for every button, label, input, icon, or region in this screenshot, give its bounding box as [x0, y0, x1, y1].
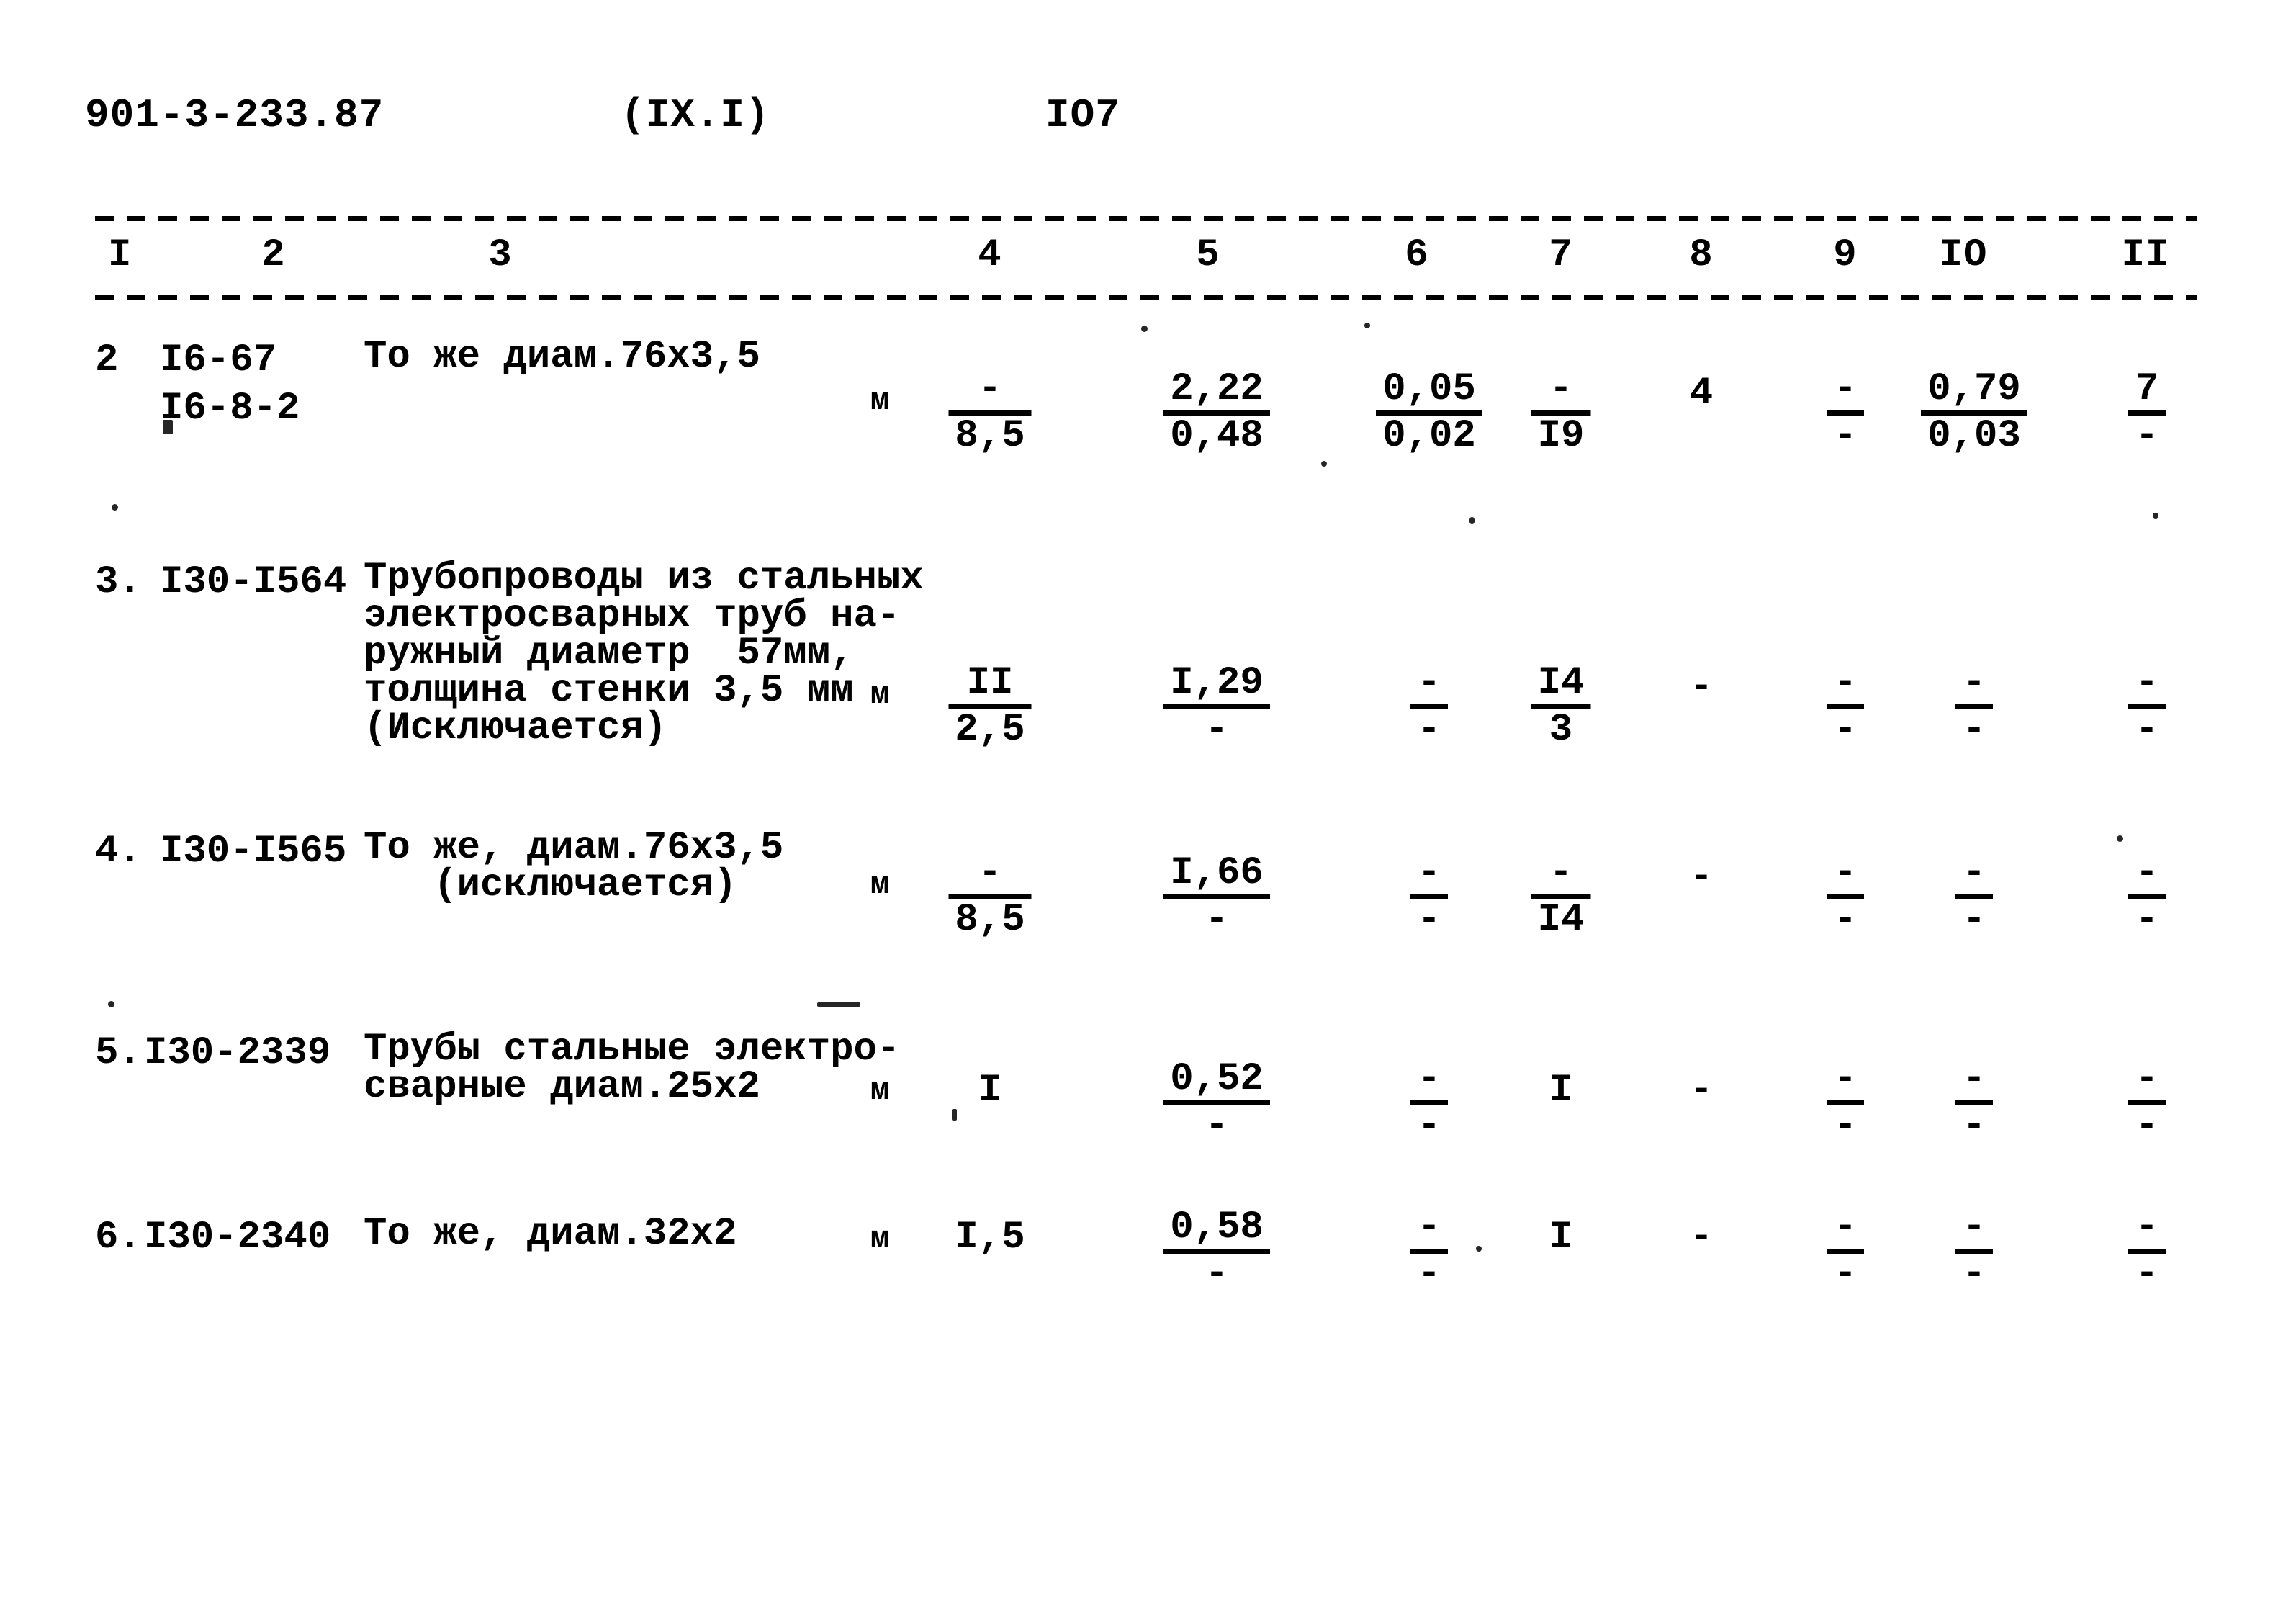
cell-col6: 0,05 0,02 — [1376, 370, 1482, 456]
scan-speckle — [112, 504, 118, 511]
column-header-1: I — [108, 233, 132, 277]
column-header-3: 3 — [488, 233, 513, 277]
cell-col7: I — [1549, 1069, 1573, 1113]
table-top-dashed-rule — [95, 216, 2197, 221]
scan-speckle — [1321, 461, 1327, 467]
cell-col8: 4 — [1689, 372, 1714, 416]
cell-col10: - - — [1955, 664, 1993, 750]
cell-col9: - - — [1827, 854, 1864, 940]
cell-col10: - - — [1955, 1208, 1993, 1294]
scan-speckle — [817, 1002, 860, 1007]
cell-col6: - - — [1410, 1060, 1448, 1146]
scan-speckle — [1469, 517, 1475, 524]
row-code: I30-I564 — [160, 560, 347, 604]
scan-speckle — [163, 420, 173, 434]
column-header-8: 8 — [1689, 233, 1714, 277]
scan-speckle — [1476, 1246, 1482, 1252]
column-header-7: 7 — [1549, 233, 1573, 277]
cell-col5: I,66 - — [1163, 854, 1270, 940]
cell-col8: - — [1689, 856, 1714, 899]
column-header-5: 5 — [1196, 233, 1220, 277]
row-item-number: 2 — [95, 338, 119, 382]
cell-col4: - 8,5 — [948, 370, 1032, 456]
cell-col11: - - — [2128, 1208, 2166, 1294]
cell-col4: II 2,5 — [948, 664, 1032, 750]
row-description: То же, диам.32х2 — [364, 1212, 737, 1256]
cell-col11: 7 - — [2128, 370, 2166, 456]
cell-col9: - - — [1827, 664, 1864, 750]
row-description: Трубы стальные электро- сварные диам.25х… — [364, 1028, 901, 1109]
cell-col5: I,29 - — [1163, 664, 1270, 750]
column-header-11: II — [2121, 233, 2170, 277]
row-unit: м — [870, 867, 890, 903]
page-number: IO7 — [1045, 92, 1120, 138]
document-code: 901-3-233.87 — [85, 92, 384, 138]
cell-col5: 0,58 - — [1163, 1208, 1270, 1294]
column-header-9: 9 — [1833, 233, 1858, 277]
column-header-10: IO — [1939, 233, 1988, 277]
cell-col4: I,5 — [955, 1216, 1025, 1260]
scanned-document-page: 901-3-233.87 (IX.I) IO7 I 2 3 4 5 6 7 8 … — [0, 0, 2296, 1616]
cell-col7: - I4 — [1531, 854, 1591, 940]
table-bottom-dashed-rule — [95, 295, 2197, 300]
cell-col11: - - — [2128, 1060, 2166, 1146]
cell-col6: - - — [1410, 664, 1448, 750]
scan-speckle — [1364, 323, 1370, 328]
cell-col6: - - — [1410, 854, 1448, 940]
cell-col11: - - — [2128, 664, 2166, 750]
cell-col7: I4 3 — [1531, 664, 1591, 750]
scan-speckle — [2117, 835, 2123, 842]
row-code: I30-2340 — [144, 1216, 331, 1260]
row-code: I30-2339 — [144, 1031, 331, 1075]
row-description: Трубопроводы из стальных электросварных … — [364, 557, 924, 750]
cell-col8: - — [1689, 1216, 1714, 1260]
scan-speckle — [108, 1001, 114, 1007]
row-description: То же диам.76х3,5 — [364, 335, 760, 379]
cell-col4: - 8,5 — [948, 854, 1032, 940]
cell-col8: - — [1689, 665, 1714, 709]
cell-col5: 0,52 - — [1163, 1060, 1270, 1146]
section-reference: (IX.I) — [621, 92, 770, 138]
cell-col6: - - — [1410, 1208, 1448, 1294]
row-unit: м — [870, 677, 890, 713]
cell-col10: - - — [1955, 854, 1993, 940]
scan-speckle — [2153, 513, 2158, 519]
cell-col7: - I9 — [1531, 370, 1591, 456]
cell-col7: I — [1549, 1216, 1573, 1260]
column-header-4: 4 — [978, 233, 1002, 277]
row-unit: м — [870, 1221, 890, 1257]
cell-col9: - - — [1827, 1060, 1864, 1146]
cell-col9: - - — [1827, 1208, 1864, 1294]
row-code: I30-I565 — [160, 830, 347, 874]
row-item-number: 5. — [95, 1031, 142, 1075]
scan-speckle — [952, 1109, 957, 1121]
scan-speckle — [1141, 326, 1148, 332]
row-unit: м — [870, 383, 890, 419]
column-header-6: 6 — [1405, 233, 1429, 277]
page-header: 901-3-233.87 (IX.I) IO7 — [0, 92, 2296, 143]
row-code: I6-67 I6-8-2 — [160, 338, 300, 431]
row-unit: м — [870, 1073, 890, 1109]
row-item-number: 3. — [95, 560, 142, 604]
cell-col8: - — [1689, 1069, 1714, 1113]
cell-col11: - - — [2128, 854, 2166, 940]
row-item-number: 6. — [95, 1216, 142, 1260]
cell-col10: - - — [1955, 1060, 1993, 1146]
cell-col10: 0,79 0,03 — [1921, 370, 2027, 456]
row-item-number: 4. — [95, 830, 142, 874]
column-header-2: 2 — [261, 233, 286, 277]
cell-col9: - - — [1827, 370, 1864, 456]
cell-col5: 2,22 0,48 — [1163, 370, 1270, 456]
row-description: То же, диам.76х3,5 (исключается) — [364, 826, 784, 907]
cell-col4: I — [978, 1069, 1002, 1113]
table-column-header-row: I 2 3 4 5 6 7 8 9 IO II — [0, 233, 2296, 284]
